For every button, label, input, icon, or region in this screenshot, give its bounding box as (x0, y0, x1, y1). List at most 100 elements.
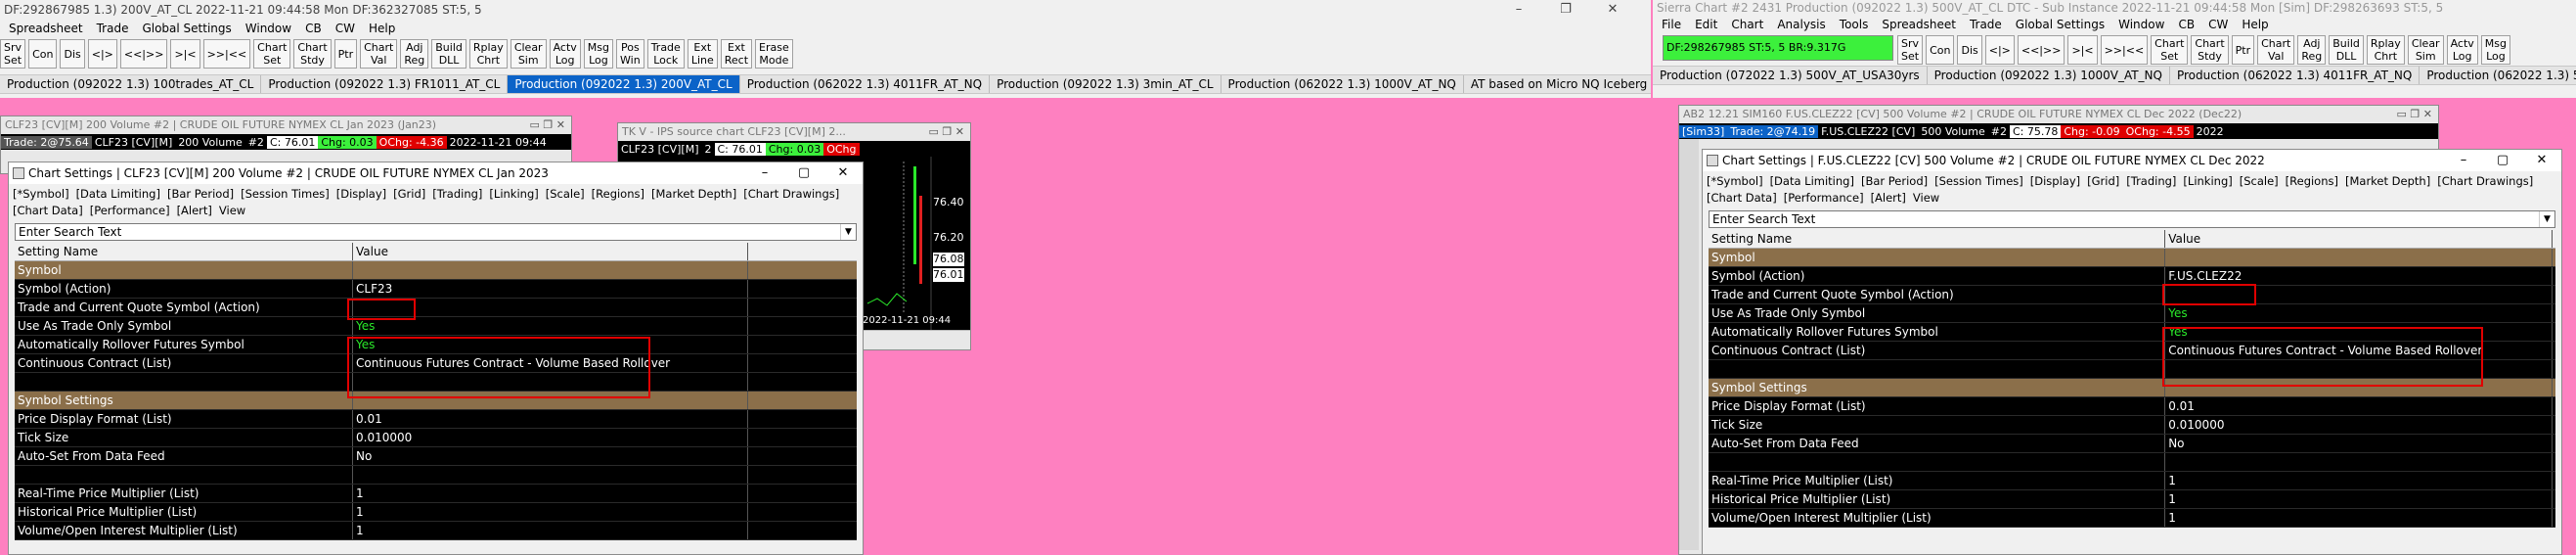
menu-item-window[interactable]: Window (2111, 18, 2171, 31)
menu-item-trade[interactable]: Trade (90, 22, 136, 35)
toolbar-button-clear-sim[interactable]: Clear Sim (510, 39, 547, 69)
table-row[interactable]: Price Display Format (List) 0.01 (1709, 397, 2555, 416)
chevron-down-icon[interactable]: ▼ (2539, 211, 2554, 227)
toolbar-button-rplay-chrt[interactable]: Rplay Chrt (2366, 35, 2405, 65)
left-dialog-minimize-button[interactable]: – (745, 162, 784, 184)
dialog-tab-session-times[interactable]: [Session Times] (241, 186, 330, 203)
table-row[interactable]: Real-Time Price Multiplier (List) 1 (1709, 472, 2555, 490)
chartbook-tab[interactable]: Production (062022 1.3) 1000V_AT_NQ (1221, 75, 1464, 93)
setting-value[interactable]: 1 (352, 522, 747, 539)
toolbar-button-build-dll[interactable]: Build DLL (431, 39, 466, 69)
dialog-tab-performance[interactable]: [Performance] (1784, 190, 1864, 207)
left-close-button[interactable]: ✕ (1590, 0, 1635, 20)
dialog-tab-market-depth[interactable]: [Market Depth] (651, 186, 736, 203)
table-row[interactable]: Auto-Set From Data Feed No (15, 447, 857, 466)
toolbar-button-con[interactable]: Con (28, 39, 58, 69)
dialog-tab-trading[interactable]: [Trading] (2126, 173, 2176, 190)
source-chart-window-controls[interactable]: ▭ ❐ ✕ (929, 125, 964, 138)
left-maximize-button[interactable]: ❐ (1543, 0, 1588, 20)
dialog-tab-view[interactable]: View (1913, 190, 1939, 207)
toolbar-button-dis[interactable]: Dis (60, 39, 85, 69)
dialog-tab-chart-data[interactable]: [Chart Data] (1707, 190, 1777, 207)
right-dialog-maximize-button[interactable]: ▢ (2483, 150, 2522, 171)
table-row[interactable]: Tick Size 0.010000 (1709, 416, 2555, 435)
toolbar-button-ext-line[interactable]: Ext Line (687, 39, 718, 69)
setting-value[interactable]: CLF23 (352, 280, 747, 298)
dialog-tab-display[interactable]: [Display] (336, 186, 386, 203)
table-row[interactable]: Volume/Open Interest Multiplier (List) 1 (1709, 509, 2555, 528)
toolbar-button-con[interactable]: Con (1926, 35, 1955, 65)
section-header-symbol[interactable]: Symbol (1709, 249, 2555, 267)
menu-item-analysis[interactable]: Analysis (1770, 18, 1832, 31)
dialog-tab-grid[interactable]: [Grid] (2087, 173, 2119, 190)
toolbar-button-msg-log[interactable]: Msg Log (2480, 35, 2511, 65)
table-row[interactable]: Symbol (Action) F.US.CLEZ22 (1709, 267, 2555, 286)
dialog-tab-alert[interactable]: [Alert] (1871, 190, 1906, 207)
setting-value[interactable]: 0.01 (352, 410, 747, 428)
toolbar-button-build-dll[interactable]: Build DLL (2329, 35, 2364, 65)
toolbar-button-adj-reg[interactable]: Adj Reg (400, 39, 429, 69)
toolbar-button-actv-log[interactable]: Actv Log (2446, 35, 2478, 65)
dialog-tab-performance[interactable]: [Performance] (90, 203, 170, 219)
setting-value[interactable]: No (2164, 435, 2552, 452)
table-row[interactable]: Volume/Open Interest Multiplier (List) 1 (15, 522, 857, 540)
toolbar-button-item[interactable]: <|> (87, 39, 117, 69)
table-row[interactable]: Price Display Format (List) 0.01 (15, 410, 857, 429)
chartbook-tab[interactable]: Production (092022 1.3) 100trades_AT_CL (0, 75, 262, 93)
table-row[interactable]: Historical Price Multiplier (List) 1 (15, 503, 857, 522)
menu-item-cb[interactable]: CB (2171, 18, 2201, 31)
toolbar-button-actv-log[interactable]: Actv Log (549, 39, 581, 69)
dialog-tab-symbol[interactable]: [*Symbol] (13, 186, 69, 203)
toolbar-button-trade-lock[interactable]: Trade Lock (646, 39, 685, 69)
left-chart-window-controls[interactable]: ▭ ❐ ✕ (530, 118, 565, 131)
left-minimize-button[interactable]: – (1496, 0, 1541, 20)
dialog-tab-scale[interactable]: [Scale] (546, 186, 585, 203)
chartbook-tab[interactable]: Production (092022 1.3) 200V_AT_CL (508, 75, 740, 93)
dialog-tab-regions[interactable]: [Regions] (2286, 173, 2338, 190)
setting-value[interactable]: 0.01 (2164, 397, 2552, 415)
dialog-tab-chart-drawings[interactable]: [Chart Drawings] (743, 186, 839, 203)
left-dialog-maximize-button[interactable]: ▢ (784, 162, 823, 184)
right-chart-window-controls[interactable]: ▭ ❐ ✕ (2397, 108, 2432, 120)
toolbar-button-chart-stdy[interactable]: Chart Stdy (2191, 35, 2229, 65)
toolbar-button-ptr[interactable]: Ptr (333, 39, 358, 69)
dialog-tab-scale[interactable]: [Scale] (2240, 173, 2279, 190)
chartbook-tab[interactable]: Production (062022 1.3) 4011FR_AT_NQ (740, 75, 991, 93)
menu-item-trade[interactable]: Trade (1963, 18, 2009, 31)
table-row[interactable]: Trade and Current Quote Symbol (Action) (1709, 286, 2555, 304)
menu-item-cw[interactable]: CW (329, 22, 362, 35)
chartbook-tab[interactable]: Production (092022 1.3) 3min_AT_CL (990, 75, 1221, 93)
chartbook-tab[interactable]: Production (092022 1.3) FR1011_AT_CL (261, 75, 509, 93)
spacer-row[interactable] (15, 466, 857, 485)
menu-item-spreadsheet[interactable]: Spreadsheet (1875, 18, 1963, 31)
setting-value[interactable] (2164, 453, 2552, 471)
toolbar-button-msg-log[interactable]: Msg Log (583, 39, 614, 69)
right-dialog-minimize-button[interactable]: – (2444, 150, 2483, 171)
setting-value[interactable]: 1 (2164, 472, 2552, 489)
menu-item-help[interactable]: Help (362, 22, 402, 35)
toolbar-button-adj-reg[interactable]: Adj Reg (2297, 35, 2327, 65)
dialog-tab-display[interactable]: [Display] (2030, 173, 2080, 190)
right-dialog-close-button[interactable]: ✕ (2522, 150, 2561, 171)
toolbar-button-chart-set[interactable]: Chart Set (253, 39, 291, 69)
toolbar-button-ext-rect[interactable]: Ext Rect (720, 39, 753, 69)
menu-item-edit[interactable]: Edit (1688, 18, 1724, 31)
dialog-tab-data-limiting[interactable]: [Data Limiting] (1770, 173, 1854, 190)
toolbar-button-dis[interactable]: Dis (1957, 35, 1982, 65)
setting-value[interactable] (352, 466, 747, 484)
table-row[interactable]: Trade and Current Quote Symbol (Action) (15, 299, 857, 317)
toolbar-button-pos-win[interactable]: Pos Win (616, 39, 644, 69)
menu-item-cw[interactable]: CW (2201, 18, 2235, 31)
toolbar-button-item[interactable]: >>|<< (2100, 35, 2149, 65)
dialog-tab-view[interactable]: View (219, 203, 245, 219)
setting-value[interactable]: F.US.CLEZ22 (2164, 267, 2552, 285)
dialog-tab-trading[interactable]: [Trading] (432, 186, 482, 203)
dialog-tab-bar-period[interactable]: [Bar Period] (1861, 173, 1928, 190)
dialog-tab-alert[interactable]: [Alert] (177, 203, 212, 219)
setting-value[interactable]: 1 (352, 503, 747, 521)
toolbar-button-chart-stdy[interactable]: Chart Stdy (293, 39, 332, 69)
dialog-tab-chart-drawings[interactable]: [Chart Drawings] (2437, 173, 2533, 190)
dialog-tab-chart-data[interactable]: [Chart Data] (13, 203, 83, 219)
setting-value[interactable]: 0.010000 (352, 429, 747, 446)
toolbar-button-item[interactable]: <<|>> (119, 39, 168, 69)
